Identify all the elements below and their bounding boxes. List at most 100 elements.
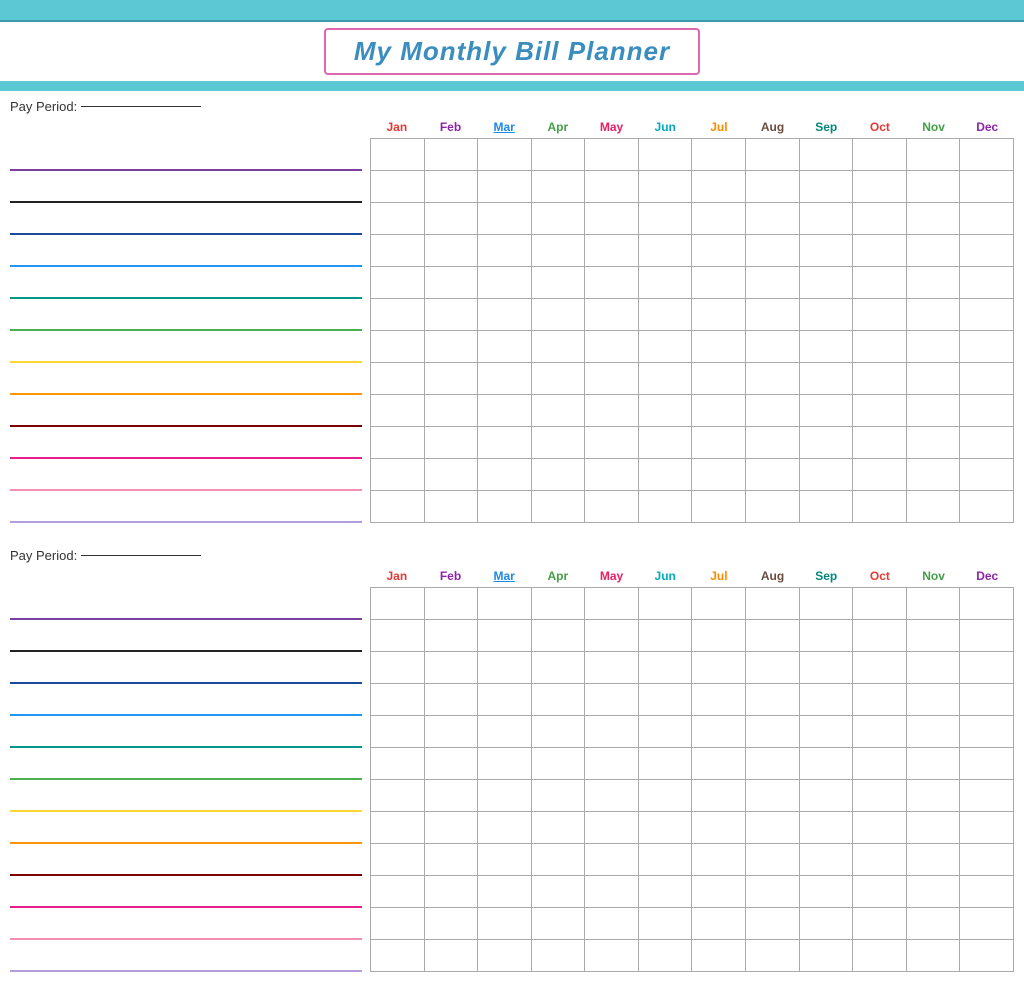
table-cell[interactable]	[585, 652, 639, 684]
table-cell[interactable]	[853, 748, 907, 780]
table-cell[interactable]	[531, 908, 585, 940]
table-cell[interactable]	[746, 908, 800, 940]
table-cell[interactable]	[906, 395, 960, 427]
table-cell[interactable]	[585, 748, 639, 780]
table-cell[interactable]	[638, 395, 692, 427]
table-cell[interactable]	[853, 395, 907, 427]
table-cell[interactable]	[371, 171, 425, 203]
table-cell[interactable]	[853, 620, 907, 652]
table-cell[interactable]	[478, 876, 532, 908]
table-cell[interactable]	[638, 299, 692, 331]
table-cell[interactable]	[478, 331, 532, 363]
table-cell[interactable]	[531, 844, 585, 876]
table-cell[interactable]	[960, 876, 1014, 908]
table-row[interactable]	[371, 299, 1014, 331]
table-cell[interactable]	[692, 780, 746, 812]
table-cell[interactable]	[746, 267, 800, 299]
table-cell[interactable]	[692, 171, 746, 203]
table-cell[interactable]	[531, 459, 585, 491]
table-cell[interactable]	[906, 363, 960, 395]
table-cell[interactable]	[424, 652, 478, 684]
table-cell[interactable]	[585, 459, 639, 491]
table-cell[interactable]	[853, 299, 907, 331]
table-cell[interactable]	[906, 588, 960, 620]
table-cell[interactable]	[424, 331, 478, 363]
table-cell[interactable]	[960, 299, 1014, 331]
table-cell[interactable]	[692, 139, 746, 171]
table-cell[interactable]	[585, 139, 639, 171]
table-row[interactable]	[371, 908, 1014, 940]
table-cell[interactable]	[960, 203, 1014, 235]
bill-line-s2-8[interactable]	[10, 817, 362, 849]
table-cell[interactable]	[478, 620, 532, 652]
table-cell[interactable]	[853, 363, 907, 395]
table-cell[interactable]	[906, 139, 960, 171]
table-cell[interactable]	[371, 620, 425, 652]
table-cell[interactable]	[371, 363, 425, 395]
table-cell[interactable]	[799, 652, 853, 684]
table-row[interactable]	[371, 940, 1014, 972]
table-cell[interactable]	[906, 459, 960, 491]
table-cell[interactable]	[478, 427, 532, 459]
table-cell[interactable]	[478, 748, 532, 780]
table-cell[interactable]	[960, 139, 1014, 171]
table-cell[interactable]	[853, 427, 907, 459]
table-cell[interactable]	[692, 363, 746, 395]
bill-line-s2-6[interactable]	[10, 753, 362, 785]
table-cell[interactable]	[799, 363, 853, 395]
table-cell[interactable]	[960, 908, 1014, 940]
table-cell[interactable]	[799, 235, 853, 267]
table-cell[interactable]	[746, 459, 800, 491]
table-cell[interactable]	[638, 844, 692, 876]
table-cell[interactable]	[692, 716, 746, 748]
table-cell[interactable]	[424, 716, 478, 748]
table-cell[interactable]	[692, 684, 746, 716]
table-cell[interactable]	[585, 427, 639, 459]
table-cell[interactable]	[638, 588, 692, 620]
table-cell[interactable]	[638, 620, 692, 652]
table-cell[interactable]	[853, 203, 907, 235]
table-cell[interactable]	[638, 876, 692, 908]
pay-period-line-1[interactable]	[81, 106, 201, 107]
bill-line-s2-7[interactable]	[10, 785, 362, 817]
table-cell[interactable]	[424, 940, 478, 972]
table-cell[interactable]	[638, 716, 692, 748]
table-cell[interactable]	[585, 684, 639, 716]
table-cell[interactable]	[960, 748, 1014, 780]
bill-line-3[interactable]	[10, 208, 362, 240]
table-cell[interactable]	[424, 588, 478, 620]
table-cell[interactable]	[799, 331, 853, 363]
table-cell[interactable]	[478, 139, 532, 171]
table-cell[interactable]	[853, 588, 907, 620]
table-cell[interactable]	[906, 203, 960, 235]
table-cell[interactable]	[638, 684, 692, 716]
table-cell[interactable]	[531, 427, 585, 459]
table-cell[interactable]	[371, 299, 425, 331]
table-cell[interactable]	[478, 459, 532, 491]
table-cell[interactable]	[638, 427, 692, 459]
table-row[interactable]	[371, 588, 1014, 620]
table-cell[interactable]	[853, 139, 907, 171]
table-cell[interactable]	[799, 684, 853, 716]
table-cell[interactable]	[746, 940, 800, 972]
table-cell[interactable]	[799, 908, 853, 940]
table-cell[interactable]	[478, 235, 532, 267]
table-cell[interactable]	[424, 844, 478, 876]
bill-line-s2-5[interactable]	[10, 721, 362, 753]
table-cell[interactable]	[371, 267, 425, 299]
table-cell[interactable]	[799, 171, 853, 203]
table-cell[interactable]	[531, 363, 585, 395]
table-row[interactable]	[371, 395, 1014, 427]
table-cell[interactable]	[424, 491, 478, 523]
table-cell[interactable]	[853, 876, 907, 908]
table-cell[interactable]	[746, 716, 800, 748]
table-cell[interactable]	[692, 620, 746, 652]
table-cell[interactable]	[906, 908, 960, 940]
table-cell[interactable]	[960, 395, 1014, 427]
table-cell[interactable]	[853, 940, 907, 972]
table-cell[interactable]	[746, 844, 800, 876]
table-cell[interactable]	[746, 876, 800, 908]
table-cell[interactable]	[692, 844, 746, 876]
table-cell[interactable]	[960, 844, 1014, 876]
table-row[interactable]	[371, 139, 1014, 171]
